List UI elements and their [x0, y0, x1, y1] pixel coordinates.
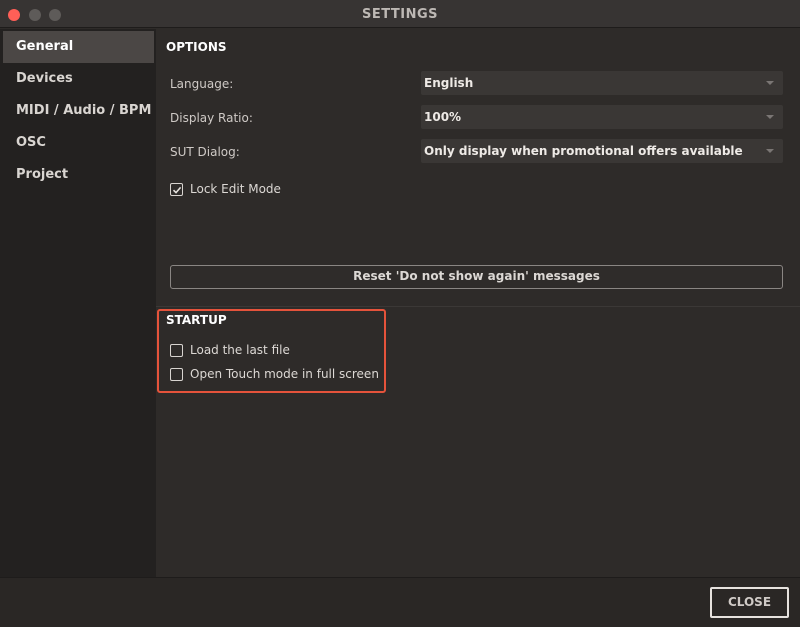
display-ratio-value: 100% — [424, 110, 462, 124]
checkbox-unchecked-icon — [170, 368, 183, 381]
sidebar-item-devices[interactable]: Devices — [3, 63, 154, 95]
options-section-title: OPTIONS — [166, 40, 227, 54]
lock-edit-mode-label: Lock Edit Mode — [190, 182, 281, 196]
language-value: English — [424, 76, 474, 90]
chevron-down-icon — [766, 81, 774, 85]
language-label: Language: — [170, 77, 234, 91]
reset-messages-button[interactable]: Reset 'Do not show again' messages — [170, 265, 783, 289]
checkbox-unchecked-icon — [170, 344, 183, 357]
window-title: SETTINGS — [361, 7, 439, 22]
settings-window: SETTINGS General Devices MIDI / Audio / … — [0, 0, 800, 627]
chevron-down-icon — [766, 149, 774, 153]
load-last-file-label: Load the last file — [190, 343, 290, 357]
language-select[interactable]: English — [421, 71, 783, 95]
settings-sidebar: General Devices MIDI / Audio / BPM OSC P… — [0, 29, 156, 577]
section-divider — [156, 306, 800, 307]
sut-dialog-select[interactable]: Only display when promotional offers ava… — [421, 139, 783, 163]
display-ratio-label: Display Ratio: — [170, 111, 253, 125]
touch-fullscreen-label: Open Touch mode in full screen — [190, 367, 379, 381]
title-bar: SETTINGS — [0, 0, 800, 28]
startup-section-title: STARTUP — [166, 313, 227, 327]
settings-panel: OPTIONS Language: English Display Ratio:… — [156, 29, 800, 577]
dialog-footer: CLOSE — [0, 577, 800, 627]
sidebar-item-project[interactable]: Project — [3, 159, 154, 191]
chevron-down-icon — [766, 115, 774, 119]
close-button[interactable]: CLOSE — [710, 587, 789, 618]
sidebar-item-midi-audio-bpm[interactable]: MIDI / Audio / BPM — [3, 95, 154, 127]
sidebar-item-osc[interactable]: OSC — [3, 127, 154, 159]
display-ratio-select[interactable]: 100% — [421, 105, 783, 129]
sut-dialog-label: SUT Dialog: — [170, 145, 240, 159]
checkbox-checked-icon — [170, 183, 183, 196]
sut-dialog-value: Only display when promotional offers ava… — [424, 144, 743, 158]
sidebar-item-general[interactable]: General — [3, 31, 154, 63]
